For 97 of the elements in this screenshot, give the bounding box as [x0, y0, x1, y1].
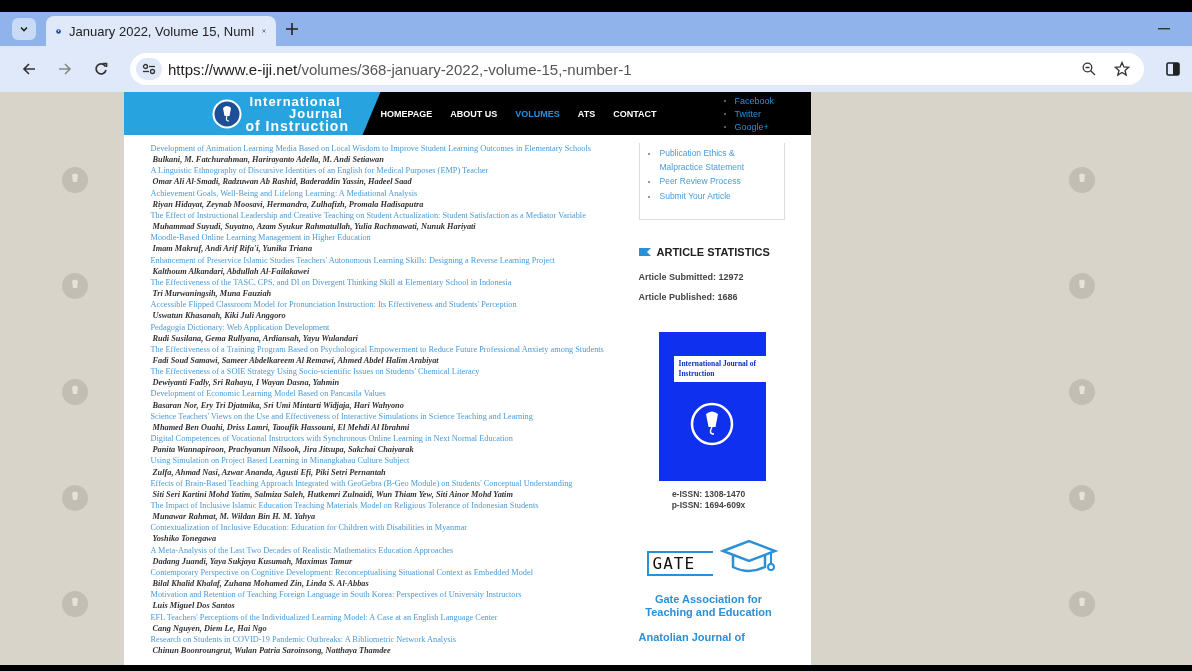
article-authors: Bulkani, M. Fatchurahman, Harirayanto Adella, M. Andi Setiawan [151, 154, 385, 166]
pen-logo-icon [1068, 591, 1095, 617]
star-icon[interactable] [1114, 61, 1130, 77]
article-authors: Munawar Rahmat, M. Wildan Bin H. M. Yahya [151, 511, 317, 523]
social-link[interactable]: Facebook [734, 94, 775, 107]
site-settings-icon[interactable] [136, 58, 162, 80]
pen-logo-icon [1068, 273, 1095, 299]
article-authors: Kalthoum Alkandari, Abdullah Al-Failakawei [151, 265, 311, 277]
article-authors: Imam Makruf, Andi Arif Rifa'i, Yunika Triana [151, 243, 314, 255]
pen-logo-icon [61, 379, 88, 405]
tab-list-button[interactable] [12, 18, 36, 40]
section-heading: ARTICLE STATISTICS [656, 246, 770, 258]
article-title-link[interactable]: Moodle-Based Online Learning Management in Higher Education [150, 232, 621, 244]
issn-text: p-ISSN: 1694-609x [671, 500, 746, 511]
statistic-text: Article Published: 1686 [638, 292, 738, 302]
pen-logo-icon [211, 98, 242, 129]
association-name[interactable]: Gate Association for Teaching and Education [638, 593, 779, 619]
nav-link[interactable]: HOMEPAGE [380, 108, 433, 119]
pen-logo-icon [690, 402, 734, 446]
article-authors: Riyan Hidayat, Zeynab Moosavi, Hermandra, Zulhafizh, Promala Hadisaputra [151, 198, 425, 210]
flag-icon [638, 248, 651, 256]
nav-link[interactable]: CONTACT [613, 108, 657, 119]
article-title-link[interactable]: Achievement Goals, Well-Being and Lifelong Learning: A Mediational Analysis [150, 187, 621, 199]
article-title-link[interactable]: Development of Economic Learning Model Based on Pancasila Values [150, 388, 621, 400]
article-title-link[interactable]: Using Simulation on Project Based Learning in Minangkabau Culture Subject [150, 455, 621, 467]
logo-text: of Instruction [245, 119, 349, 132]
article-title-link[interactable]: The Effectiveness of a Training Program Based on Psychological Empowerment to Reduce Future Professional Anxiety among Students [150, 343, 621, 355]
article-authors: Siti Seri Kartini Mohd Yatim, Salmiza Saleh, Hutkemri Zulnaidi, Wun Thiam Yew, Siti Ainor Mohd Yatim [151, 488, 514, 500]
article-title-link[interactable]: Science Teachers' Views on the Use and Effectiveness of Interactive Simulations in Science Teaching and Learning [150, 410, 621, 422]
back-icon[interactable] [22, 62, 36, 76]
article-authors: Dadang Juandi, Yaya Sukjaya Kusumah, Maximus Tamur [151, 555, 354, 567]
article-title-link[interactable]: Development of Animation Learning Media Based on Local Wisdom to Improve Student Learning Outcomes in Elementary Schools [150, 143, 621, 155]
close-icon[interactable] [262, 26, 266, 36]
article-authors: Yoshiko Tonegawa [151, 533, 218, 545]
sidebar-link[interactable]: Publication Ethics & Malpractice Statement [659, 147, 774, 174]
article-title-link[interactable]: The Effectiveness of the TASC, CPS, and DI on Divergent Thinking Skill at Elementary School in Indonesia [150, 276, 621, 289]
pen-logo-icon [61, 485, 88, 511]
logo-text: International [248, 95, 342, 108]
article-authors: Cang Nguyen, Diem Le, Hai Ngo [151, 622, 268, 634]
section-heading: Anatolian Journal of [638, 631, 745, 643]
article-title-link[interactable]: Pedagogia Dictionary: Web Application Development [150, 321, 621, 333]
nav-link[interactable]: ABOUT US [450, 108, 498, 119]
nav-link[interactable]: ATS [577, 108, 596, 119]
article-title-link[interactable]: Research on Students in COVID-19 Pandemic Outbreaks: A Bibliometric Network Analysis [150, 633, 621, 646]
article-authors: Muhammad Suyudi, Suyatno, Azam Syukur Rahmatullah, Yulia Rachmawati, Nunuk Hariyati [151, 221, 477, 233]
side-panel-icon[interactable] [1166, 62, 1180, 76]
article-title-link[interactable]: A Meta-Analysis of the Last Two Decades of Realistic Mathematics Education Approaches [150, 544, 621, 556]
pen-logo-icon [1068, 379, 1095, 405]
article-authors: Fadi Soud Samawi, Sameer Abdelkareem Al Remawi, Ahmed Abdel Halim Arabiyat [151, 354, 440, 367]
article-authors: Panita Wannapiroon, Prachyanun Nilsook, Jira Jitsupa, Sakchai Chaiyarak [151, 444, 415, 456]
social-link[interactable]: Twitter [734, 107, 761, 120]
article-title-link[interactable]: Contemporary Perspective on Cognitive Development: Reconceptualising Situational Context as Embedded Model [150, 566, 621, 579]
article-authors: Mhamed Ben Ouahi, Driss Lamri, Taoufik Hassouni, El Mehdi Al Ibrahmi [151, 421, 411, 434]
article-title-link[interactable]: Enhancement of Preservice Islamic Studies Teachers' Autonomous Learning Skills: Designing a Reverse Learning Project [150, 254, 621, 266]
reload-icon[interactable] [94, 62, 108, 76]
article-title-link[interactable]: The Effectiveness of a SOIE Strategy Using Socio-scientific Issues on Students' Chemical Literacy [150, 366, 621, 378]
social-link[interactable]: Google+ [734, 120, 769, 133]
issn-text: e-ISSN: 1308-1470 [671, 489, 746, 500]
article-title-link[interactable]: A Linguistic Ethnography of Discursive Identities of an English for Medical Purposes (EMP) Teacher [150, 165, 621, 177]
statistic-text: Article Submitted: 12972 [638, 272, 744, 282]
pen-logo-icon [61, 273, 88, 299]
article-title-link[interactable]: Digital Competences of Vocational Instructors with Synchronous Online Learning in Next Normal Education [150, 433, 621, 445]
article-authors: Zulfa, Ahmad Nasi, Azwar Ananda, Agusti Efi, Piki Setri Pernantah [151, 466, 387, 478]
gate-logo[interactable]: GATE [646, 537, 779, 589]
pen-logo-icon [61, 167, 88, 193]
url-text: https://www.e-iji.net/volumes/368-january-2022,-volume-15,-number-1 [168, 60, 632, 78]
new-tab-icon[interactable] [286, 23, 298, 35]
article-authors: Tri Murwaningsih, Muna Fauziah [151, 288, 273, 300]
article-title-link[interactable]: Effects of Brain-Based Teaching Approach Integrated with GeoGebra (B-Geo Module) on Students' Conceptual Understanding [150, 477, 621, 489]
article-authors: Dewiyanti Fadly, Sri Rahayu, I Wayan Dasna, Yahmin [151, 377, 341, 389]
article-title-link[interactable]: Contextualization of Inclusive Education: Education for Children with Disabilities in Myanmar [150, 522, 621, 534]
article-title-link[interactable]: The Effect of Instructional Leadership and Creative Teaching on Student Actualization: Student Satisfaction as a Mediator Variable [150, 209, 621, 222]
chevron-down-icon [19, 24, 29, 34]
pen-logo-icon [1068, 485, 1095, 511]
article-title-link[interactable]: Motivation and Retention of Teaching Foreign Language in South Korea: Perspectives of University Instructors [150, 589, 621, 601]
article-authors: Omar Ali Al-Smadi, Radzuwan Ab Rashid, Baderaddin Yassin, Hadeel Saad [151, 176, 413, 188]
pen-logo-icon [61, 591, 88, 617]
article-authors: Uswatun Khasanah, Kiki Juli Anggoro [151, 310, 287, 322]
article-authors: Luis Miguel Dos Santos [151, 600, 236, 612]
sidebar-link[interactable]: Submit Your Article [659, 189, 731, 203]
article-title-link[interactable]: Accessible Flipped Classroom Model for Pronunciation Instruction: Its Effectiveness and Students' Perception [150, 299, 621, 311]
article-title-link[interactable]: The Impact of Inclusive Islamic Education Teaching Materials Model on Religious Tolerance of Indonesian Students [150, 500, 621, 512]
article-authors: Basaran Nor, Ery Tri Djatmika, Sri Umi Mintarti Widjaja, Hari Wahyono [151, 399, 405, 411]
browser-tab[interactable]: January 2022, Volume 15, Numl [46, 16, 276, 46]
pen-logo-icon [1068, 167, 1095, 193]
journal-logo[interactable]: International Journal of Instruction [123, 92, 381, 135]
zoom-icon[interactable] [1082, 62, 1096, 76]
forward-icon[interactable] [58, 62, 72, 76]
address-bar[interactable]: https://www.e-iji.net/volumes/368-january-2022,-volume-15,-number-1 [130, 53, 1144, 85]
article-title-link[interactable]: EFL Teachers' Perceptions of the Individualized Learning Model: A Case at an English Language Center [150, 611, 621, 623]
logo-text: Journal [288, 107, 343, 120]
article-authors: Bilal Khalid Khalaf, Zuhana Mohamed Zin, Linda S. Al-Abbas [151, 578, 370, 590]
article-authors: Chinun Boonroungrut, Wulan Patria Saroinsong, Natthaya Thamdee [151, 645, 392, 657]
minimize-icon[interactable] [1158, 28, 1170, 30]
sidebar-link[interactable]: Peer Review Process [659, 175, 741, 189]
nav-link[interactable]: VOLUMES [515, 108, 560, 119]
article-authors: Rudi Susilana, Gema Rullyana, Ardiansah, Yayu Wulandari [151, 332, 359, 344]
